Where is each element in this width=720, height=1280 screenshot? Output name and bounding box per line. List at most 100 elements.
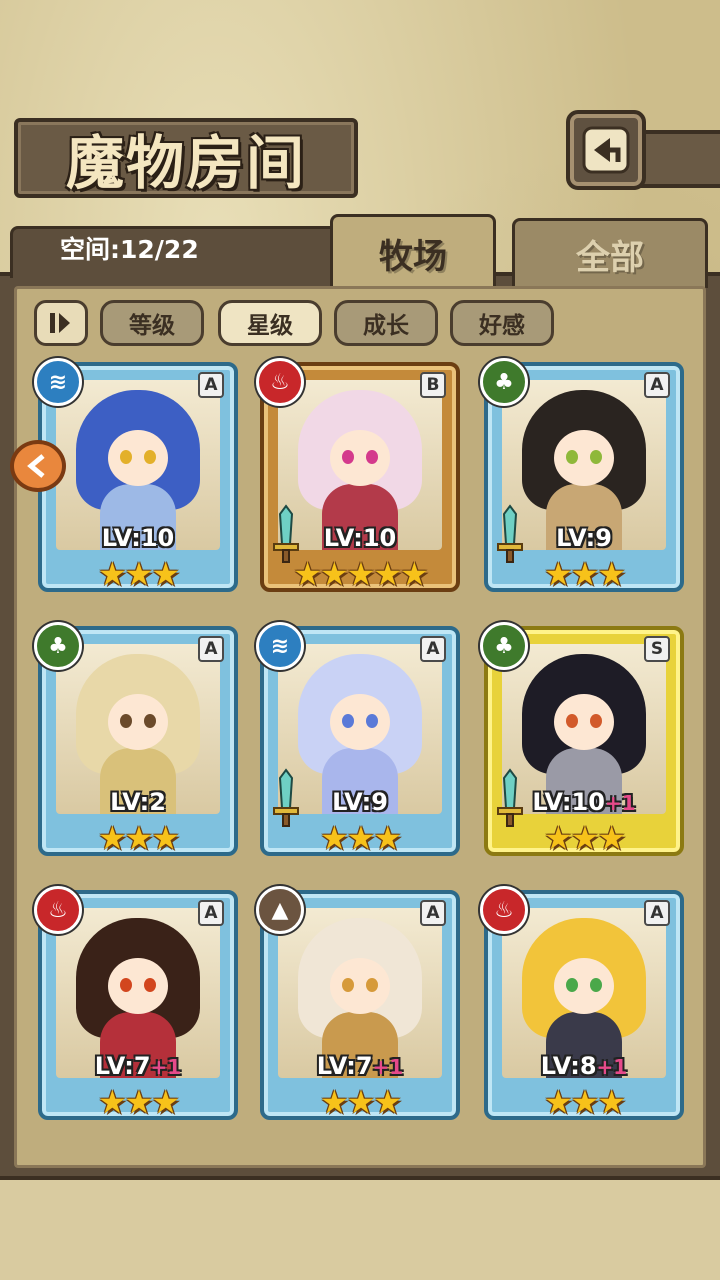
monster-level: LV:2 [42, 788, 234, 816]
parchment-footer [0, 1180, 720, 1280]
level-value: LV:7 [316, 1052, 373, 1080]
rank-badge: A [198, 900, 224, 926]
monster-level: LV:8+1 [488, 1052, 680, 1080]
star-rating: ★★★ [488, 822, 680, 854]
star-icon: ★ [597, 819, 626, 857]
monster-eye [566, 978, 578, 992]
wood-element-icon: ♣ [480, 622, 528, 670]
level-value: LV:7 [94, 1052, 151, 1080]
monster-face [108, 430, 168, 486]
rank-badge: A [198, 372, 224, 398]
level-value: LV:8 [540, 1052, 597, 1080]
monster-level: LV:7+1 [42, 1052, 234, 1080]
sort-order-button[interactable] [34, 300, 88, 346]
star-icon: ★ [570, 1083, 600, 1121]
space-count: 空间:12/22 [60, 235, 199, 264]
level-bonus: +1 [150, 1055, 182, 1079]
monster-card[interactable]: ♨ A LV:7+1 ★★★ [34, 886, 238, 1120]
star-rating: ★★★ [264, 1086, 456, 1118]
back-button[interactable] [566, 110, 646, 190]
star-icon: ★ [400, 555, 429, 593]
monster-face [554, 430, 614, 486]
star-rating: ★★★ [264, 822, 456, 854]
monster-eye [366, 978, 378, 992]
monster-eye [120, 978, 132, 992]
star-rating: ★★★ [42, 1086, 234, 1118]
monster-face [108, 694, 168, 750]
sort-growth-button[interactable]: 成长 [334, 300, 438, 346]
star-icon: ★ [124, 819, 154, 857]
monster-eye [566, 450, 578, 464]
sort-star-button[interactable]: 星级 [218, 300, 322, 346]
star-icon: ★ [373, 555, 402, 593]
rank-badge: A [644, 372, 670, 398]
monster-level: LV:10+1 [488, 788, 680, 816]
star-icon: ★ [346, 819, 376, 857]
wood-element-icon: ♣ [34, 622, 82, 670]
tab-all-label: 全部 [576, 238, 644, 278]
monster-face [554, 958, 614, 1014]
star-icon: ★ [97, 1083, 127, 1121]
star-rating: ★★★ [42, 822, 234, 854]
tab-ranch[interactable]: 牧场 [330, 214, 496, 290]
page-title: 魔物房间 [65, 129, 306, 197]
star-icon: ★ [543, 1083, 573, 1121]
star-rating: ★★★★★ [264, 558, 456, 590]
monster-card[interactable]: ♣ S LV:10+1 ★★★ [480, 622, 684, 856]
tab-all[interactable]: 全部 [512, 218, 708, 288]
water-element-icon: ≋ [256, 622, 304, 670]
sort-growth-label: 成长 [363, 313, 409, 339]
monster-eye [342, 978, 354, 992]
monster-level: LV:10 [264, 524, 456, 552]
star-icon: ★ [570, 555, 600, 593]
level-bonus: +1 [372, 1055, 404, 1079]
sort-level-button[interactable]: 等级 [100, 300, 204, 346]
monster-face [330, 958, 390, 1014]
scroll-left-icon [27, 454, 45, 478]
monster-face [330, 694, 390, 750]
side-scroll-button[interactable] [10, 440, 66, 492]
monster-card[interactable]: ♨ B LV:10 ★★★★★ [256, 358, 460, 592]
star-icon: ★ [124, 1083, 154, 1121]
rank-badge: B [420, 372, 446, 398]
rank-badge: A [198, 636, 224, 662]
monster-face [108, 958, 168, 1014]
monster-card[interactable]: ♨ A LV:8+1 ★★★ [480, 886, 684, 1120]
star-icon: ★ [543, 555, 573, 593]
sort-star-label: 星级 [247, 313, 293, 339]
monster-eye [590, 978, 602, 992]
sort-level-label: 等级 [129, 313, 175, 339]
star-icon: ★ [373, 819, 402, 857]
star-icon: ★ [124, 555, 154, 593]
monster-eye [366, 714, 378, 728]
level-bonus: +1 [604, 791, 636, 815]
monster-level: LV:7+1 [264, 1052, 456, 1080]
title-plaque: 魔物房间 [14, 118, 358, 198]
star-icon: ★ [319, 555, 349, 593]
monster-card[interactable]: ♣ A LV:9 ★★★ [480, 358, 684, 593]
level-value: LV:9 [556, 524, 612, 552]
water-element-icon: ≋ [34, 358, 82, 406]
star-rating: ★★★ [488, 1086, 680, 1118]
star-icon: ★ [373, 1083, 402, 1121]
monster-card[interactable]: ≋ A LV:10 ★★★ [34, 358, 238, 593]
level-value: LV:10 [101, 524, 175, 552]
sort-affection-button[interactable]: 好感 [450, 300, 554, 346]
wood-element-icon: ♣ [480, 358, 528, 406]
star-icon: ★ [293, 555, 322, 593]
monster-card[interactable]: ≋ A LV:9 ★★★ [256, 622, 460, 856]
monster-eye [120, 450, 132, 464]
star-icon: ★ [570, 819, 600, 857]
star-icon: ★ [151, 819, 180, 857]
back-arrow-icon [582, 126, 630, 174]
rank-badge: A [644, 900, 670, 926]
monster-eye [120, 714, 132, 728]
level-value: LV:9 [332, 788, 388, 816]
level-value: LV:2 [110, 788, 166, 816]
monster-face [330, 430, 390, 486]
sort-affection-label: 好感 [479, 313, 525, 339]
monster-card[interactable]: ▲ A LV:7+1 ★★★ [256, 886, 460, 1120]
star-icon: ★ [151, 555, 180, 593]
monster-eye [566, 714, 578, 728]
monster-card[interactable]: ♣ A LV:2 ★★★ [34, 622, 238, 856]
